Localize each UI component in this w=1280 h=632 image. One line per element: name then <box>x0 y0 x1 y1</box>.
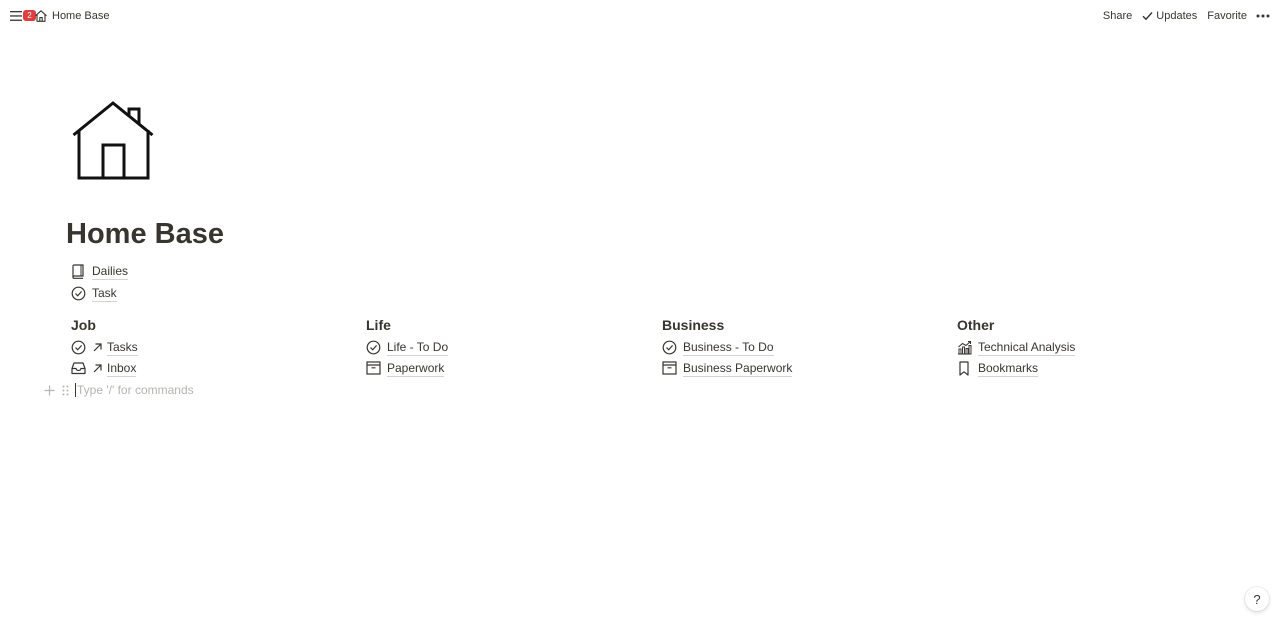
page-icon[interactable] <box>70 98 158 186</box>
linked-page-arrow-icon <box>90 360 104 376</box>
check-circle-icon <box>70 339 86 355</box>
checkmark-icon <box>1142 12 1153 21</box>
page-link-business-paperwork[interactable]: Business Paperwork <box>661 358 793 378</box>
page-link-business-to-do[interactable]: Business - To Do <box>661 337 774 357</box>
page-link-life-to-do[interactable]: Life - To Do <box>365 337 449 357</box>
archive-box-icon <box>661 360 677 376</box>
page-link-label: Business Paperwork <box>683 360 793 377</box>
page-link-label: Paperwork <box>387 360 445 377</box>
column-heading-other[interactable]: Other <box>957 316 994 334</box>
page-link-label: Business - To Do <box>683 339 774 356</box>
page-link-bookmarks[interactable]: Bookmarks <box>956 358 1039 378</box>
add-block-button[interactable] <box>42 383 56 397</box>
page-link-label: Technical Analysis <box>978 339 1076 356</box>
share-button[interactable]: Share <box>1098 7 1137 25</box>
command-input[interactable] <box>75 383 377 397</box>
breadcrumb-title: Home Base <box>52 10 110 22</box>
page-link-paperwork[interactable]: Paperwork <box>365 358 445 378</box>
page-link-label: Task <box>92 285 117 302</box>
empty-block-row <box>42 381 377 399</box>
topbar-actions: Share Updates Favorite <box>1098 7 1274 25</box>
drag-dots-icon <box>62 385 68 395</box>
page-link-label: Dailies <box>92 263 129 280</box>
page-link-inbox[interactable]: Inbox <box>70 358 137 378</box>
favorite-button[interactable]: Favorite <box>1202 7 1252 25</box>
help-button[interactable]: ? <box>1245 587 1269 611</box>
bookmark-icon <box>956 360 972 376</box>
inbox-icon <box>70 360 86 376</box>
column-heading-business[interactable]: Business <box>662 316 724 334</box>
page-link-dailies[interactable]: Dailies <box>70 261 129 281</box>
check-circle-icon <box>70 285 86 301</box>
check-circle-icon <box>661 339 677 355</box>
updates-button[interactable]: Updates <box>1137 7 1202 25</box>
drag-handle[interactable] <box>60 383 70 397</box>
more-options-button[interactable] <box>1252 7 1274 25</box>
archive-box-icon <box>365 360 381 376</box>
page-link-label: Bookmarks <box>978 360 1039 377</box>
page-link-label: Tasks <box>107 339 138 356</box>
topbar: 2 Home Base Share Updates Favorite <box>0 0 1280 32</box>
page-link-task[interactable]: Task <box>70 283 117 303</box>
page-title[interactable]: Home Base <box>66 216 224 252</box>
column-heading-job[interactable]: Job <box>71 316 96 334</box>
home-icon <box>35 10 47 22</box>
column-heading-life[interactable]: Life <box>366 316 391 334</box>
more-dots-icon <box>1256 14 1270 18</box>
hamburger-icon <box>10 11 22 21</box>
page-link-label: Life - To Do <box>387 339 449 356</box>
page-link-technical-analysis[interactable]: Technical Analysis <box>956 337 1076 357</box>
house-icon <box>72 101 154 180</box>
linked-page-arrow-icon <box>90 339 104 355</box>
book-icon <box>70 263 86 279</box>
breadcrumb[interactable]: Home Base <box>32 7 111 25</box>
page-link-label: Inbox <box>107 360 137 377</box>
plus-icon <box>44 385 54 395</box>
sidebar-menu-button[interactable]: 2 <box>8 6 36 26</box>
updates-label: Updates <box>1156 10 1198 22</box>
check-circle-icon <box>365 339 381 355</box>
chart-icon <box>956 339 972 355</box>
page-link-tasks[interactable]: Tasks <box>70 337 138 357</box>
